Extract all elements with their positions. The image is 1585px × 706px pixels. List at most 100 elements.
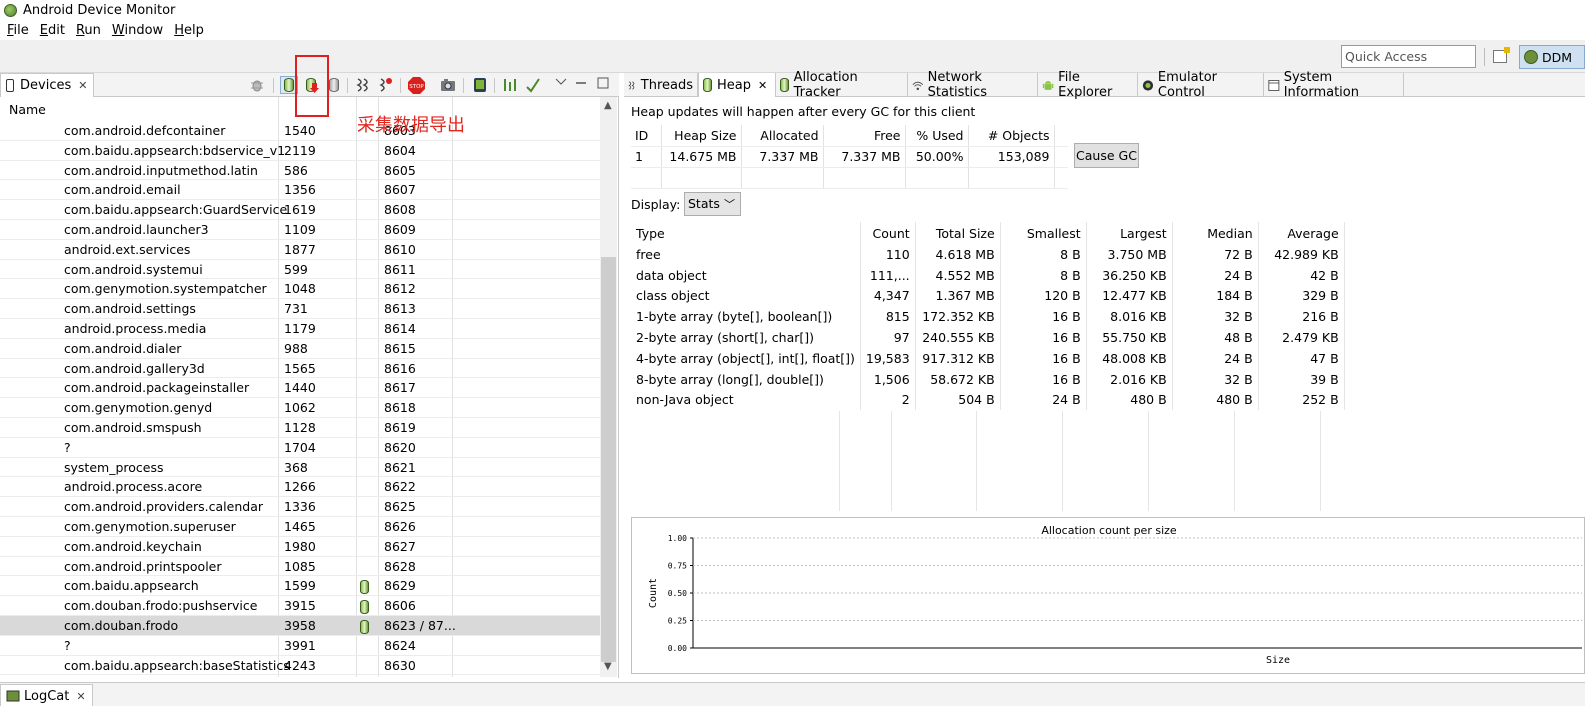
device-client-row[interactable]: com.genymotion.genyd 1062 8618 bbox=[0, 398, 600, 418]
update-threads-icon[interactable] bbox=[355, 77, 371, 93]
device-client-row[interactable]: com.android.dialer 988 8615 bbox=[0, 339, 600, 359]
device-client-row[interactable]: com.android.defcontainer 1540 8603 bbox=[0, 121, 600, 141]
device-client-row[interactable]: com.android.systemui 599 8611 bbox=[0, 260, 600, 280]
heap-summary-row[interactable]: 1 14.675 MB 7.337 MB 7.337 MB 50.00% 153… bbox=[631, 146, 1068, 168]
stats-cell: 39 B bbox=[1258, 368, 1345, 390]
menu-window[interactable]: Window bbox=[112, 23, 163, 38]
heap-stats-table: Type Count Total Size Smallest Largest M… bbox=[631, 222, 1581, 411]
opengl-trace-icon[interactable] bbox=[525, 77, 541, 93]
device-client-row[interactable]: com.android.gallery3d 1565 8616 bbox=[0, 359, 600, 379]
close-icon[interactable]: ✕ bbox=[78, 79, 87, 92]
stats-row[interactable]: free 110 4.618 MB 8 B 3.750 MB 72 B 42.989 KB bbox=[631, 244, 1581, 265]
device-client-row[interactable]: com.android.providers.calendar 1336 8625 bbox=[0, 497, 600, 517]
client-name: com.android.settings bbox=[64, 301, 196, 317]
device-client-row[interactable]: com.genymotion.superuser 1465 8626 bbox=[0, 517, 600, 537]
stats-row[interactable]: 4-byte array (object[], int[], float[]) 1… bbox=[631, 347, 1581, 369]
cause-gc-button[interactable]: Cause GC bbox=[1074, 143, 1139, 168]
stats-header[interactable]: Average bbox=[1258, 222, 1345, 244]
tab-logcat[interactable]: LogCat ✕ bbox=[0, 684, 93, 706]
client-name: com.android.smspush bbox=[64, 419, 202, 435]
screen-capture-icon[interactable] bbox=[440, 77, 456, 93]
device-client-row[interactable]: ? 1704 8620 bbox=[0, 438, 600, 458]
stats-header[interactable]: Type bbox=[631, 222, 861, 244]
close-icon[interactable]: ✕ bbox=[76, 690, 85, 703]
stats-row[interactable]: 8-byte array (long[], double[]) 1,506 58.6… bbox=[631, 368, 1581, 390]
close-icon[interactable]: ✕ bbox=[758, 79, 767, 92]
tab-emulator-label: Emulator Control bbox=[1157, 70, 1218, 100]
device-client-row[interactable]: com.android.keychain 1980 8627 bbox=[0, 537, 600, 557]
debug-bug-icon[interactable] bbox=[249, 77, 265, 93]
menu-help[interactable]: Help bbox=[174, 23, 204, 38]
tab-threads[interactable]: Threads bbox=[624, 73, 698, 97]
device-client-row[interactable]: com.baidu.appsearch:baseStatistics 4243 86… bbox=[0, 656, 600, 676]
device-client-row[interactable]: system_process 368 8621 bbox=[0, 458, 600, 478]
tab-file-explorer[interactable]: File Explorer bbox=[1038, 70, 1138, 100]
device-client-row[interactable]: com.baidu.appsearch 1599 8629 bbox=[0, 576, 600, 597]
open-perspective-icon[interactable] bbox=[1493, 47, 1510, 63]
view-menu-icon[interactable] bbox=[555, 75, 571, 91]
device-client-row[interactable]: com.douban.frodo 3958 8623 / 87... bbox=[0, 615, 600, 636]
device-client-row[interactable]: ? 3991 8624 bbox=[0, 636, 600, 656]
client-port: 8623 / 87... bbox=[384, 617, 456, 633]
device-client-row[interactable]: android.process.acore 1266 8622 bbox=[0, 477, 600, 498]
scrollbar-thumb[interactable] bbox=[601, 257, 616, 662]
device-client-row[interactable]: com.android.launcher3 1109 8609 bbox=[0, 220, 600, 240]
stats-row[interactable]: class object 4,347 1.367 MB 120 B 12.477 KB 1… bbox=[631, 285, 1581, 307]
device-client-row[interactable]: com.android.email 1356 8607 bbox=[0, 180, 600, 201]
tab-system-information[interactable]: System Information bbox=[1264, 70, 1404, 100]
client-name: com.douban.frodo bbox=[64, 617, 179, 633]
tab-heap[interactable]: Heap ✕ bbox=[698, 73, 776, 97]
tab-system-info-label: System Information bbox=[1283, 70, 1359, 100]
summary-header: Heap Size bbox=[661, 125, 742, 147]
client-pid: 1048 bbox=[284, 281, 316, 297]
tab-emulator-control[interactable]: Emulator Control bbox=[1138, 70, 1264, 100]
device-client-row[interactable]: com.genymotion.systempatcher 1048 8612 bbox=[0, 279, 600, 300]
client-name: com.android.printspooler bbox=[64, 558, 222, 574]
device-client-row[interactable]: android.ext.services 1877 8610 bbox=[0, 240, 600, 260]
devices-scrollbar[interactable]: ▲ ▼ bbox=[600, 97, 617, 677]
device-client-row[interactable]: com.android.packageinstaller 1440 8617 bbox=[0, 378, 600, 399]
device-client-row[interactable]: com.android.printspooler 1085 8628 bbox=[0, 557, 600, 577]
stats-row[interactable]: 1-byte array (byte[], boolean[]) 815 172.3… bbox=[631, 306, 1581, 328]
menu-run[interactable]: Run bbox=[76, 23, 101, 38]
device-client-row[interactable]: com.baidu.appsearch:GuardService 1619 8608 bbox=[0, 200, 600, 220]
stats-header[interactable]: Largest bbox=[1086, 222, 1173, 244]
client-pid: 1128 bbox=[284, 419, 316, 435]
tab-network-statistics[interactable]: Network Statistics bbox=[908, 70, 1038, 100]
client-pid: 1109 bbox=[284, 221, 316, 237]
device-client-row[interactable]: com.android.smspush 1128 8619 bbox=[0, 418, 600, 438]
column-name-header[interactable]: Name bbox=[9, 102, 46, 117]
device-client-row[interactable]: com.android.inputmethod.latin 586 8605 bbox=[0, 161, 600, 181]
tab-allocation-tracker[interactable]: Allocation Tracker bbox=[776, 70, 908, 100]
client-name: com.android.launcher3 bbox=[64, 221, 209, 237]
quick-access-input[interactable]: Quick Access bbox=[1341, 45, 1476, 68]
stats-header[interactable]: Count bbox=[860, 222, 916, 244]
start-method-profiling-icon[interactable] bbox=[378, 77, 394, 93]
scroll-up-icon[interactable]: ▲ bbox=[604, 100, 612, 111]
stats-cell: 72 B bbox=[1172, 244, 1259, 265]
device-client-row[interactable]: com.baidu.appsearch:bdservice_v1 2119 8604 bbox=[0, 141, 600, 161]
stats-row[interactable]: 2-byte array (short[], char[]) 97 240.555 … bbox=[631, 327, 1581, 348]
stats-header[interactable]: Median bbox=[1172, 222, 1259, 244]
y-tick-label: 0.50 bbox=[668, 589, 687, 598]
menu-file[interactable]: File bbox=[7, 23, 29, 38]
stats-row[interactable]: data object 111,... 4.552 MB 8 B 36.250 KB 24… bbox=[631, 264, 1581, 286]
device-client-row[interactable]: com.douban.frodo:pushservice 3915 8606 bbox=[0, 596, 600, 616]
scroll-down-icon[interactable]: ▼ bbox=[604, 661, 612, 672]
stats-header[interactable]: Total Size bbox=[915, 222, 1001, 244]
toolbar-separator bbox=[400, 78, 401, 93]
dump-view-hierarchy-icon[interactable] bbox=[472, 77, 488, 93]
stop-process-icon[interactable]: STOP bbox=[408, 77, 425, 94]
tab-devices[interactable]: Devices ✕ bbox=[0, 73, 95, 97]
stats-header[interactable]: Smallest bbox=[1000, 222, 1087, 244]
display-label: Display: bbox=[631, 197, 681, 212]
stats-row[interactable]: non-Java object 2 504 B 24 B 480 B 480 B 252 B bbox=[631, 389, 1581, 411]
display-select[interactable]: Stats ﹀ bbox=[684, 192, 741, 216]
device-client-row[interactable]: com.android.settings 731 8613 bbox=[0, 299, 600, 319]
device-client-row[interactable]: android.process.media 1179 8614 bbox=[0, 319, 600, 339]
menu-edit[interactable]: Edit bbox=[40, 23, 65, 38]
ddms-perspective-button[interactable]: DDM bbox=[1519, 45, 1585, 69]
systrace-icon[interactable] bbox=[502, 77, 518, 93]
minimize-icon[interactable] bbox=[575, 77, 591, 93]
maximize-icon[interactable] bbox=[597, 77, 613, 93]
